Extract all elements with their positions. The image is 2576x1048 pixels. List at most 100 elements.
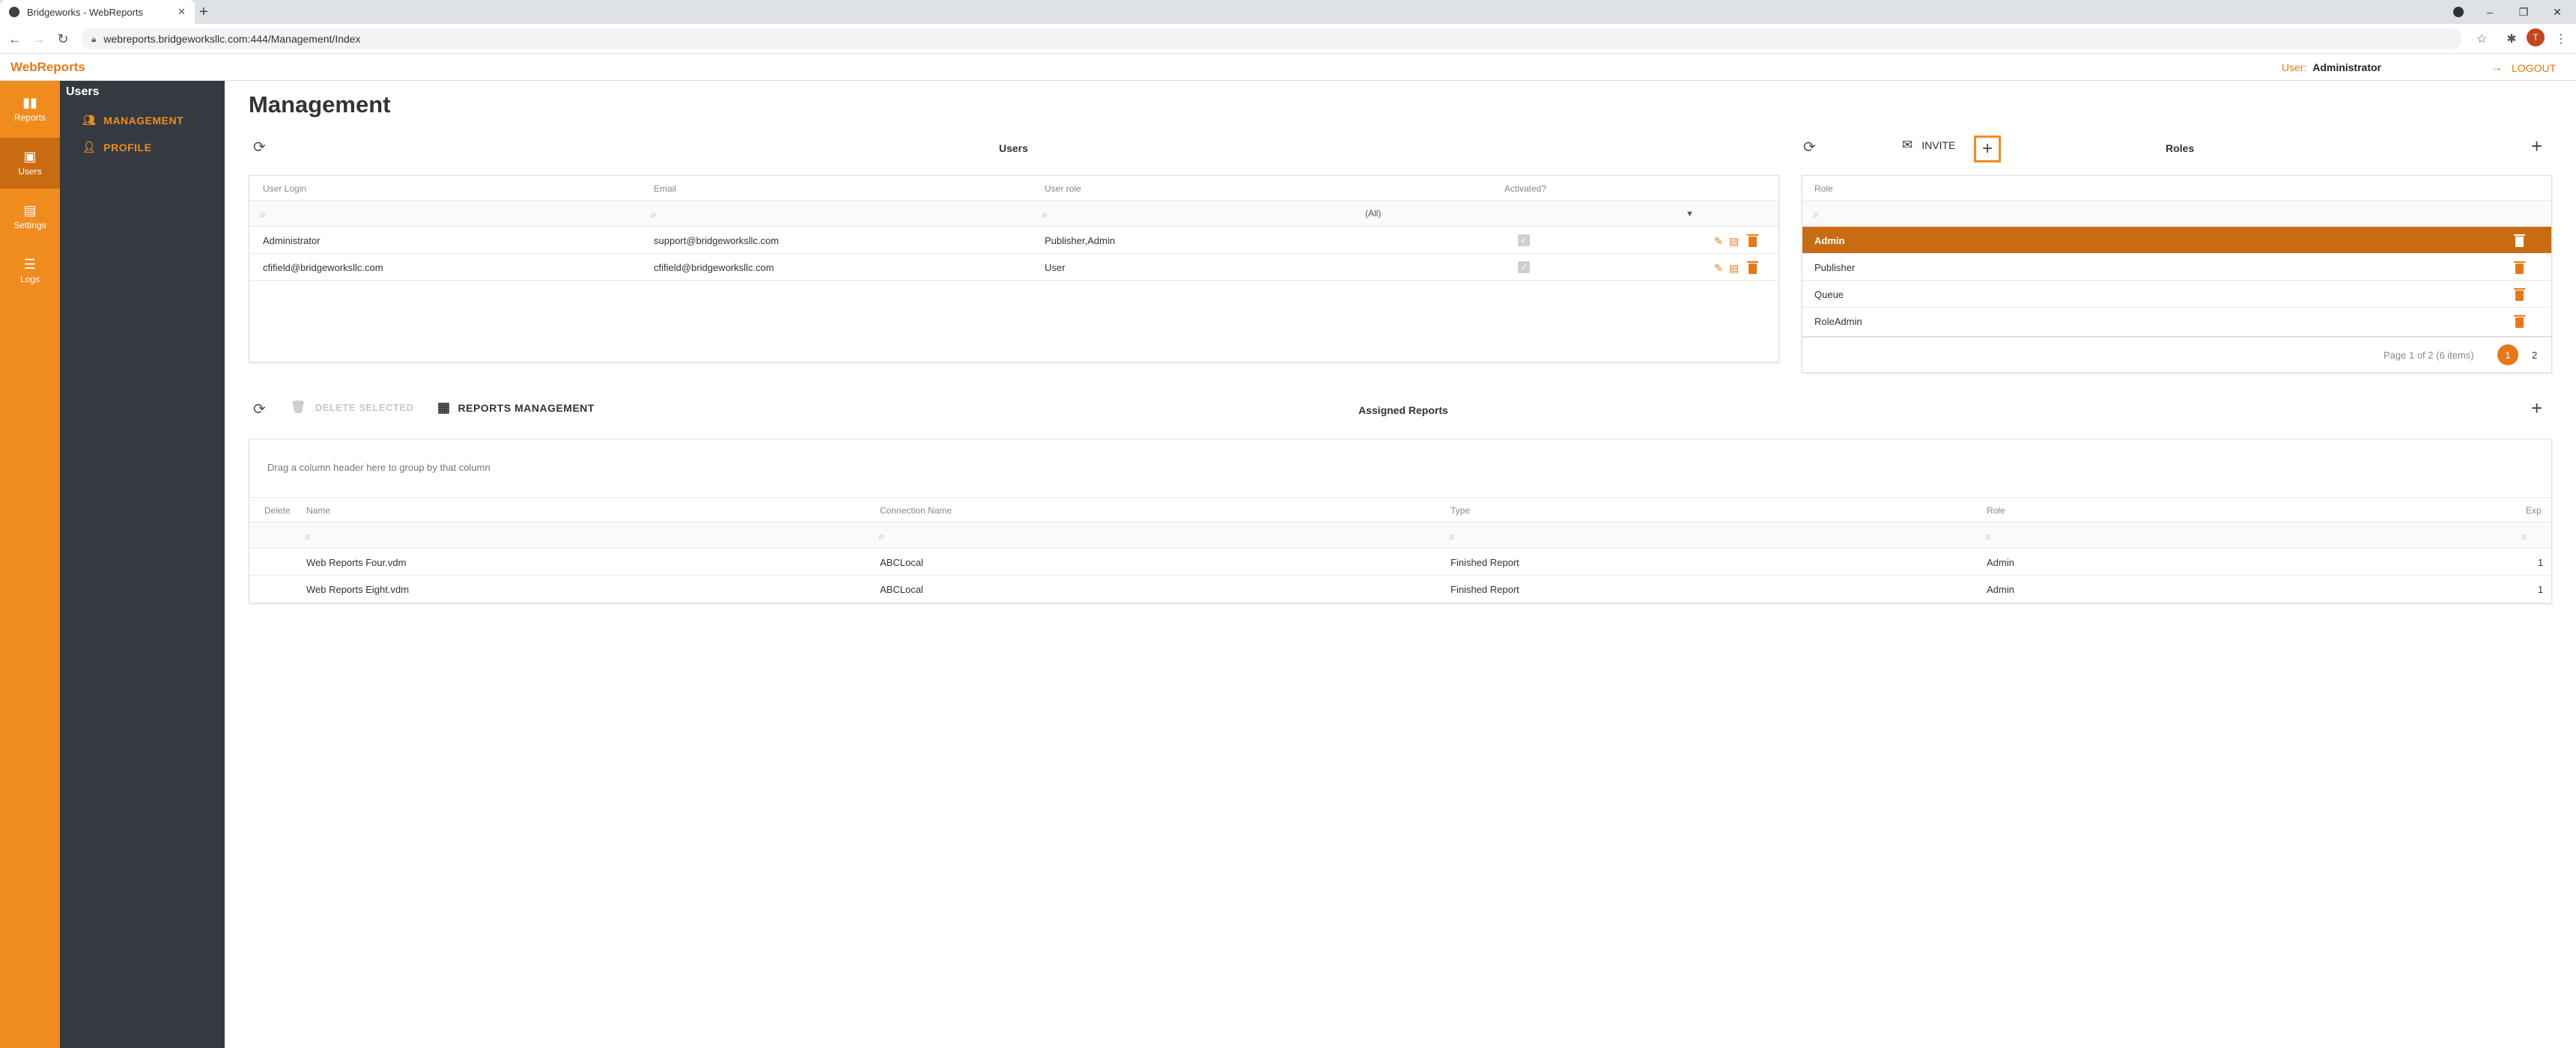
- users-panel-title: Users: [999, 142, 1028, 154]
- role-row-publisher[interactable]: Publisher: [1802, 254, 2551, 281]
- logout-arrow-icon: →: [2491, 61, 2503, 74]
- col-user-role[interactable]: User role: [1045, 183, 1081, 194]
- col-name[interactable]: Name: [306, 505, 330, 516]
- back-arrow-icon[interactable]: ←: [6, 30, 24, 48]
- users-grid: User Login Email User role Activated? ⌕ …: [249, 175, 1779, 362]
- page-2-button[interactable]: 2: [2532, 350, 2537, 361]
- brand-logo[interactable]: WebReports: [10, 60, 85, 75]
- roles-grid-header: Role: [1802, 176, 2551, 200]
- reload-icon[interactable]: ↻: [54, 30, 72, 48]
- subnav-profile-label: PROFILE: [103, 141, 152, 153]
- col-email[interactable]: Email: [654, 183, 676, 194]
- url-field[interactable]: 🔒︎ webreports.bridgeworksllc.com:444/Man…: [81, 28, 2462, 49]
- trash-disabled-icon: 🗑︎: [291, 401, 306, 414]
- star-icon[interactable]: ☆: [2471, 30, 2492, 48]
- pager-info: Page 1 of 2 (6 items): [2384, 350, 2474, 361]
- subnav-management[interactable]: 👥︎ MANAGEMENT: [82, 114, 183, 127]
- edit-pencil-icon[interactable]: ✎: [1714, 235, 1723, 248]
- group-panel[interactable]: Drag a column header here to group by th…: [249, 439, 2551, 498]
- forward-arrow-icon[interactable]: →: [30, 30, 48, 48]
- role-row-admin[interactable]: Admin: [1802, 227, 2551, 254]
- subnav-management-label: MANAGEMENT: [103, 114, 184, 127]
- sub-nav-title: Users: [66, 85, 100, 98]
- extensions-icon[interactable]: ✱: [2501, 30, 2522, 48]
- filter-activated-select[interactable]: (All): [1365, 208, 1381, 219]
- col-exp[interactable]: Exp: [2526, 505, 2542, 516]
- table-row[interactable]: cfifield@bridgeworksllc.com cfifield@bri…: [249, 254, 1778, 281]
- menu-dots-icon[interactable]: ⋮: [2551, 30, 2572, 48]
- refresh-users-icon[interactable]: ⟳: [253, 138, 266, 156]
- cell-email: support@bridgeworksllc.com: [654, 235, 780, 246]
- logout-label: LOGOUT: [2512, 62, 2557, 74]
- nav-settings[interactable]: ▤ Settings: [0, 192, 60, 243]
- col-user-login[interactable]: User Login: [263, 183, 306, 194]
- col-delete[interactable]: Delete: [264, 505, 291, 516]
- activated-checkbox: ✓: [1518, 261, 1530, 273]
- role-name: Queue: [1814, 289, 1844, 300]
- page-1-button[interactable]: 1: [2497, 344, 2518, 365]
- restore-button[interactable]: ❐: [2505, 0, 2542, 24]
- col-type[interactable]: Type: [1450, 505, 1470, 516]
- logout-button[interactable]: → LOGOUT: [2491, 61, 2556, 75]
- col-role[interactable]: Role: [1814, 183, 1833, 194]
- chevron-down-icon[interactable]: ▼: [1686, 210, 1694, 219]
- delete-trash-icon[interactable]: [1747, 261, 1758, 274]
- nav-users[interactable]: ▣ Users: [0, 138, 60, 189]
- roles-pager: Page 1 of 2 (6 items) 1 2: [1802, 337, 2552, 373]
- reports-management-button[interactable]: ▦ REPORTS MANAGEMENT: [437, 400, 595, 415]
- refresh-roles-icon[interactable]: ⟳: [1803, 138, 1816, 156]
- add-assigned-button[interactable]: +: [2531, 397, 2542, 420]
- users-grid-header: User Login Email User role Activated?: [249, 176, 1778, 200]
- nav-logs[interactable]: ☰ Logs: [0, 246, 60, 296]
- cell-name: Web Reports Four.vdm: [306, 557, 407, 568]
- tab-close-icon[interactable]: ✕: [177, 6, 186, 18]
- group-hint: Drag a column header here to group by th…: [267, 462, 490, 473]
- delete-trash-icon[interactable]: [2514, 234, 2525, 247]
- people-icon: 👥︎: [82, 114, 97, 126]
- profile-avatar[interactable]: T: [2527, 28, 2545, 46]
- url-text: webreports.bridgeworksllc.com:444/Manage…: [103, 33, 361, 45]
- add-user-button[interactable]: +: [1974, 135, 2001, 162]
- new-tab-button[interactable]: +: [195, 3, 213, 21]
- subnav-profile[interactable]: 👤︎ PROFILE: [82, 141, 151, 153]
- filter-role-search-icon[interactable]: ⌕: [1042, 208, 1048, 221]
- role-row-queue[interactable]: Queue: [1802, 281, 2551, 308]
- filter-email-search-icon[interactable]: ⌕: [651, 208, 657, 221]
- assign-report-icon[interactable]: ▤: [1729, 235, 1739, 248]
- close-window-button[interactable]: ✕: [2539, 0, 2576, 24]
- refresh-assigned-icon[interactable]: ⟳: [253, 400, 266, 418]
- cell-role: Admin: [1987, 557, 2014, 568]
- table-row[interactable]: Web Reports Four.vdm ABCLocal Finished R…: [249, 549, 2551, 576]
- invite-button[interactable]: ✉ INVITE: [1902, 138, 1955, 153]
- bar-chart-icon: ▮▮: [22, 95, 37, 110]
- col-connection[interactable]: Connection Name: [880, 505, 952, 516]
- filter-type-search-icon[interactable]: ⌕: [1449, 530, 1455, 543]
- filter-role-search-icon[interactable]: ⌕: [1813, 208, 1819, 221]
- filter-login-search-icon[interactable]: ⌕: [260, 208, 266, 221]
- filter-name-search-icon[interactable]: ⌕: [305, 530, 311, 543]
- tab-title: Bridgeworks - WebReports: [27, 6, 144, 18]
- delete-selected-button[interactable]: 🗑︎ DELETE SELECTED: [291, 400, 414, 415]
- add-role-button[interactable]: +: [2531, 135, 2542, 158]
- minimize-button[interactable]: –: [2471, 0, 2509, 24]
- cell-role: Publisher,Admin: [1045, 235, 1115, 246]
- role-row-roleadmin[interactable]: RoleAdmin: [1802, 308, 2551, 335]
- delete-trash-icon[interactable]: [1747, 234, 1758, 247]
- browser-tabbar: Bridgeworks - WebReports ✕ + – ❐ ✕: [0, 0, 2576, 24]
- nav-logs-label: Logs: [19, 274, 40, 284]
- assign-report-icon[interactable]: ▤: [1729, 262, 1739, 275]
- filter-connection-search-icon[interactable]: ⌕: [878, 530, 884, 543]
- edit-pencil-icon[interactable]: ✎: [1714, 262, 1723, 275]
- roles-filter-row: ⌕: [1802, 200, 2551, 227]
- browser-tab[interactable]: Bridgeworks - WebReports ✕: [0, 0, 195, 24]
- col-role[interactable]: Role: [1987, 505, 2005, 516]
- col-activated[interactable]: Activated?: [1504, 183, 1546, 194]
- nav-reports[interactable]: ▮▮ Reports: [0, 84, 60, 135]
- filter-role-search-icon[interactable]: ⌕: [1985, 530, 1991, 543]
- delete-trash-icon[interactable]: [2514, 315, 2525, 328]
- delete-trash-icon[interactable]: [2514, 288, 2525, 301]
- delete-trash-icon[interactable]: [2514, 261, 2525, 274]
- filter-exp-search-icon[interactable]: ⌕: [2521, 530, 2527, 543]
- table-row[interactable]: Web Reports Eight.vdm ABCLocal Finished …: [249, 576, 2551, 603]
- table-row[interactable]: Administrator support@bridgeworksllc.com…: [249, 227, 1778, 254]
